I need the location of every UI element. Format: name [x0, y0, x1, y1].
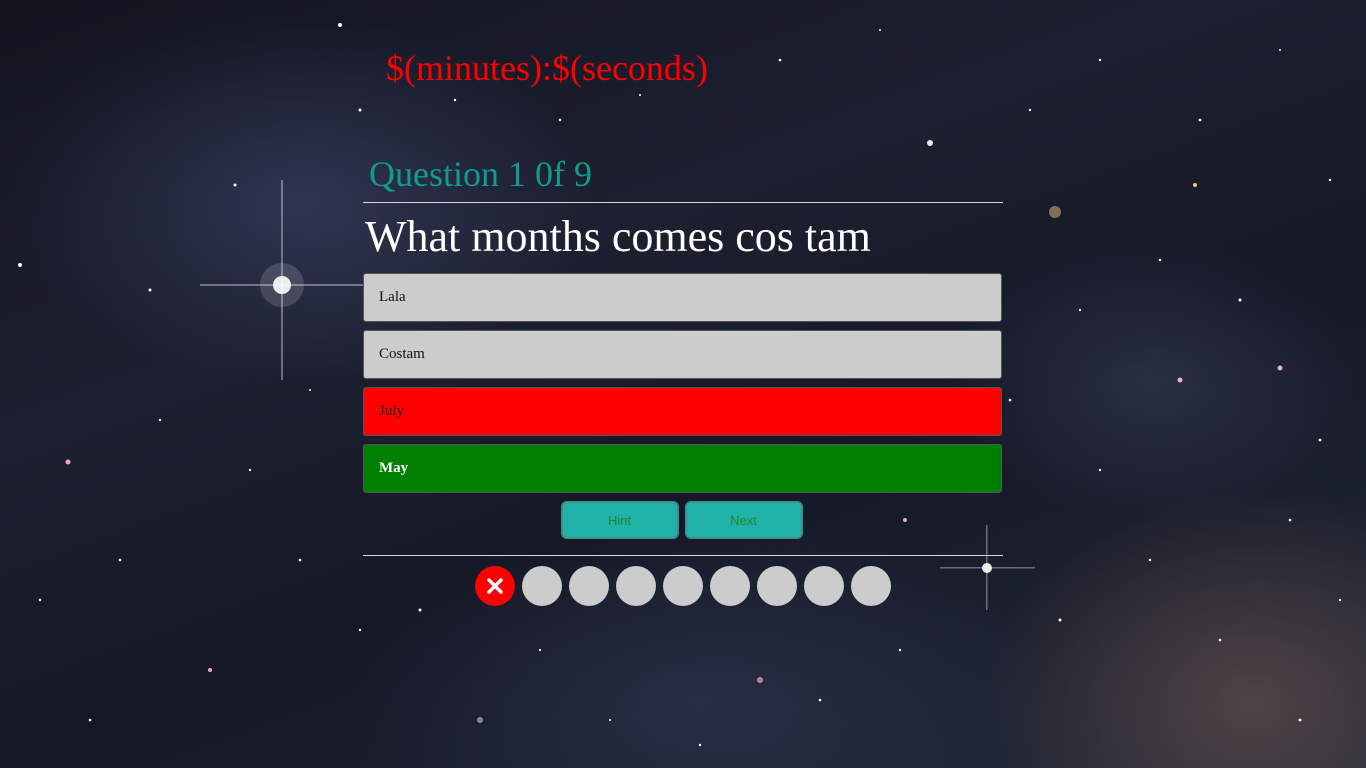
progress-dot — [568, 566, 609, 606]
progress-dot — [709, 566, 750, 606]
progress-dot — [521, 566, 562, 606]
progress-dot — [803, 566, 844, 606]
hint-button[interactable]: Hint — [560, 501, 679, 539]
answer-option[interactable]: Lala — [363, 273, 1002, 322]
divider — [363, 202, 1003, 203]
progress-dot — [756, 566, 797, 606]
next-button[interactable]: Next — [684, 501, 803, 539]
divider — [363, 555, 1003, 556]
answer-option[interactable]: Costam — [363, 330, 1002, 379]
answer-option[interactable]: May — [363, 444, 1002, 493]
quiz-panel: Question 1 0f 9 What months comes cos ta… — [363, 150, 1003, 606]
progress-dot — [615, 566, 656, 606]
question-counter: Question 1 0f 9 — [369, 154, 592, 194]
x-mark-icon — [486, 578, 503, 594]
question-text: What months comes cos tam — [365, 212, 871, 261]
action-buttons: Hint Next — [363, 501, 1003, 539]
answer-option[interactable]: July — [363, 387, 1002, 436]
countdown-timer: $(minutes):$(seconds) — [386, 48, 708, 88]
progress-dot — [662, 566, 703, 606]
question-progress — [363, 566, 1003, 606]
progress-dot — [850, 566, 891, 606]
answer-list: Lala Costam July May — [363, 273, 1003, 493]
progress-dot — [474, 566, 515, 606]
